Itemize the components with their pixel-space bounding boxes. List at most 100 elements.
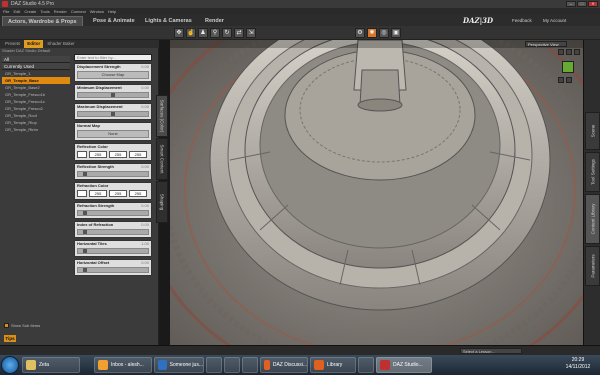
color-swatch[interactable] (77, 151, 87, 158)
property-slider[interactable] (77, 248, 149, 254)
green-field[interactable]: 255 (109, 190, 127, 197)
list-item[interactable]: GR_Temple_Fresco2 (2, 105, 70, 112)
slider-knob[interactable] (83, 230, 87, 234)
media-player-icon[interactable] (206, 357, 222, 373)
tab-presets[interactable]: Presets (2, 40, 23, 48)
tab-shaping[interactable]: Shaping (156, 181, 168, 223)
list-item[interactable]: GR_Temple_Rtrim (2, 126, 70, 133)
translate-tool-icon[interactable]: ⇄ (234, 28, 244, 38)
active-pose-icon[interactable]: ⚲ (210, 28, 220, 38)
tab-scene[interactable]: Scene (585, 112, 600, 150)
show-sub-items-option[interactable]: Show Sub Items (4, 323, 40, 328)
property-filter-input[interactable]: Enter text to filter by... (74, 54, 152, 61)
start-button[interactable] (1, 356, 19, 374)
list-item-selected[interactable]: GR_Temple_Base (2, 77, 70, 84)
pan-icon[interactable] (566, 49, 572, 55)
tab-surfaces-color[interactable]: Surfaces (Color) (156, 95, 168, 137)
property-slider[interactable] (77, 92, 149, 98)
red-field[interactable]: 255 (89, 190, 107, 197)
taskbar-item-daz-discussion[interactable]: DAZ Discussi... (260, 357, 308, 373)
green-field[interactable]: 255 (109, 151, 127, 158)
orbit-icon[interactable] (558, 49, 564, 55)
slider-knob[interactable] (83, 211, 87, 215)
filter-all[interactable]: All (2, 56, 70, 63)
view-cube-icon[interactable] (562, 61, 574, 73)
menu-edit[interactable]: Edit (13, 9, 20, 14)
property-slider[interactable] (77, 111, 149, 117)
dolly-icon[interactable] (558, 77, 564, 83)
menu-render[interactable]: Render (54, 9, 67, 14)
view-select-dropdown[interactable]: Perspective View (525, 41, 567, 47)
normal-map-button[interactable]: None (77, 130, 149, 138)
my-account-link[interactable]: My Account (543, 18, 566, 23)
3d-viewport[interactable]: Perspective View (170, 40, 583, 345)
list-item[interactable]: GR_Temple_Base2 (2, 84, 70, 91)
taskbar-item-daz-studio[interactable]: DAZ Studio... (376, 357, 432, 373)
taskbar-item-inbox[interactable]: Inbox - alesh... (94, 357, 152, 373)
list-item[interactable]: GR_Temple_1 (2, 70, 70, 77)
spot-render-icon[interactable]: ◎ (379, 28, 389, 38)
tab-lights-cameras[interactable]: Lights & Cameras (140, 16, 197, 26)
tab-smart-content[interactable]: Smart Content (156, 138, 168, 180)
property-slider[interactable] (77, 171, 149, 177)
taskbar-item-zeta[interactable]: Zeta (22, 357, 80, 373)
tool-icon[interactable] (242, 357, 258, 373)
slider-knob[interactable] (111, 112, 115, 116)
lesson-select-dropdown[interactable]: Select a Lesson... (460, 348, 522, 354)
tab-parameters[interactable]: Parameters (585, 246, 600, 286)
blue-field[interactable]: 255 (129, 190, 147, 197)
taskbar-item-message[interactable]: Someone jus... (154, 357, 204, 373)
tips-button[interactable]: Tips (4, 335, 16, 342)
menu-connect[interactable]: Connect (71, 9, 86, 14)
menu-window[interactable]: Window (90, 9, 104, 14)
tab-render[interactable]: Render (200, 16, 229, 26)
scale-tool-icon[interactable]: ⇲ (246, 28, 256, 38)
zoom-icon[interactable] (574, 49, 580, 55)
tab-actors-wardrobe-props[interactable]: Actors, Wardrobe & Props (2, 16, 83, 26)
taskbar-item-library[interactable]: Library (310, 357, 356, 373)
filter-currently-used[interactable]: Currently Used (2, 63, 70, 70)
property-slider[interactable] (77, 267, 149, 273)
menu-tools[interactable]: Tools (40, 9, 49, 14)
rotate-tool-icon[interactable]: ↻ (222, 28, 232, 38)
menu-help[interactable]: Help (108, 9, 116, 14)
app-icon-small[interactable] (358, 357, 374, 373)
mail-icon (98, 360, 108, 370)
render-icon[interactable]: ✺ (367, 28, 377, 38)
word-icon[interactable] (224, 357, 240, 373)
menu-file[interactable]: File (3, 9, 9, 14)
close-button[interactable]: ✕ (588, 1, 598, 7)
menu-create[interactable]: Create (24, 9, 36, 14)
slider-knob[interactable] (83, 249, 87, 253)
list-item[interactable]: GR_Temple_Fresco1c (2, 98, 70, 105)
list-item[interactable]: GR_Temple_Roof (2, 112, 70, 119)
choose-map-button[interactable]: Choose Map (77, 71, 149, 79)
property-slider[interactable] (77, 210, 149, 216)
windows-taskbar: Zeta Inbox - alesh... Someone jus... DAZ… (0, 355, 600, 375)
tab-shader-baker[interactable]: Shader Baker (44, 40, 78, 48)
color-swatch[interactable] (77, 190, 87, 197)
tab-editor[interactable]: Editor (24, 40, 44, 48)
red-field[interactable]: 255 (89, 151, 107, 158)
maximize-button[interactable]: □ (577, 1, 587, 7)
list-item[interactable]: GR_Temple_Rtop (2, 119, 70, 126)
slider-knob[interactable] (83, 268, 87, 272)
list-item[interactable]: GR_Temple_Fresco1b (2, 91, 70, 98)
render-settings-icon[interactable]: ⚙ (355, 28, 365, 38)
camera-icon[interactable]: ▣ (391, 28, 401, 38)
tab-tool-settings[interactable]: Tool Settings (585, 152, 600, 192)
pose-tool-icon[interactable]: ♟ (198, 28, 208, 38)
system-clock[interactable]: 20:29 14/11/2012 (558, 357, 598, 373)
blue-field[interactable]: 255 (129, 151, 147, 158)
show-sub-items-checkbox[interactable] (4, 323, 9, 328)
minimize-button[interactable]: – (566, 1, 576, 7)
node-select-icon[interactable]: ☝ (186, 28, 196, 38)
slider-knob[interactable] (83, 172, 87, 176)
tab-pose-animate[interactable]: Pose & Animate (88, 16, 140, 26)
feedback-link[interactable]: Feedback (512, 18, 532, 23)
universal-tool-icon[interactable]: ✥ (174, 28, 184, 38)
slider-knob[interactable] (111, 93, 115, 97)
property-slider[interactable] (77, 229, 149, 235)
tab-content-library[interactable]: Content Library (585, 194, 600, 244)
frame-icon[interactable] (566, 77, 572, 83)
